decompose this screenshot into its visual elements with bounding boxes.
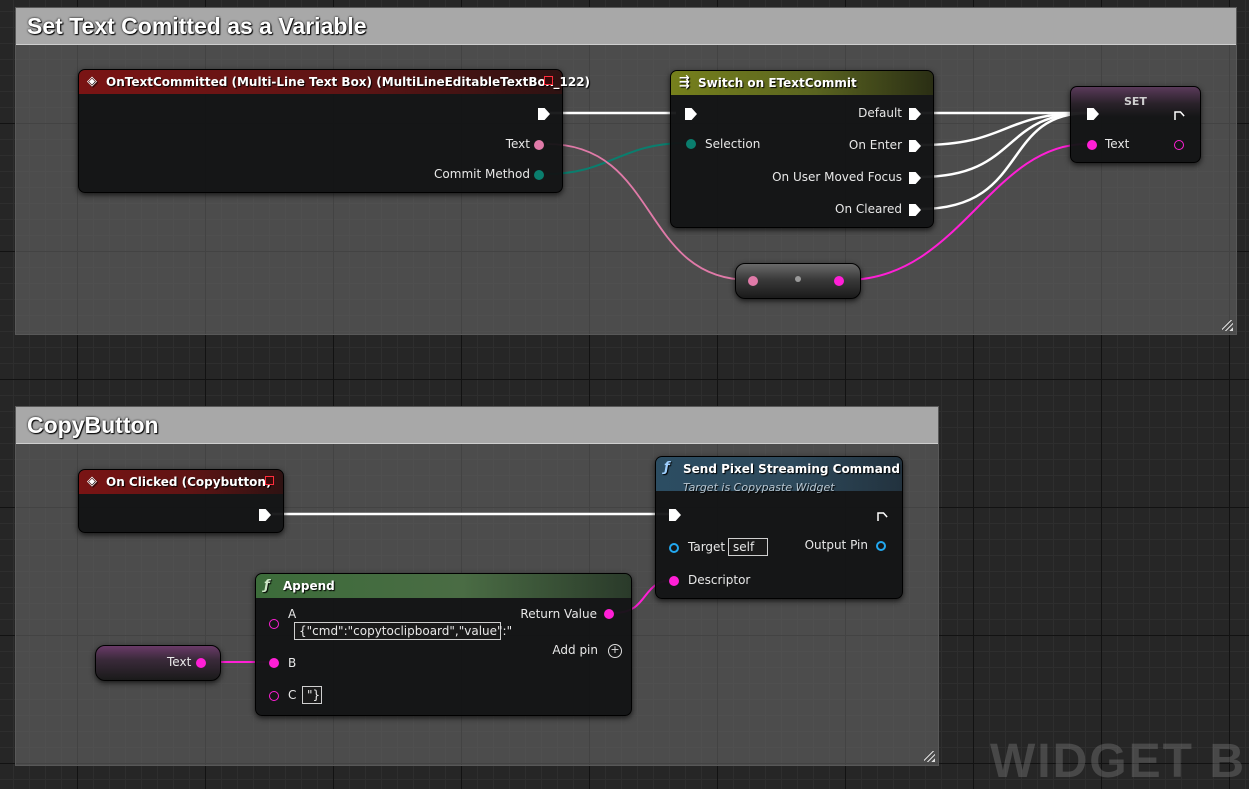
pin-label-text: Text bbox=[1105, 137, 1130, 151]
text-out-pin[interactable] bbox=[196, 658, 206, 668]
function-icon: ƒ bbox=[664, 460, 670, 475]
add-pin-label[interactable]: Add pin bbox=[552, 643, 598, 657]
comment-title[interactable]: CopyButton bbox=[16, 407, 938, 444]
pin-label-descriptor: Descriptor bbox=[688, 573, 751, 587]
c-in-pin[interactable] bbox=[269, 691, 279, 701]
get-text-variable-node[interactable]: Text bbox=[95, 645, 221, 681]
reroute-dot-icon bbox=[795, 276, 801, 282]
switch-icon: ⇶ bbox=[679, 75, 690, 90]
switch-node[interactable]: ⇶ Switch on ETextCommit Selection Defaul… bbox=[670, 70, 934, 228]
exec-out-pin[interactable] bbox=[877, 509, 889, 521]
pin-label-commit-method: Commit Method bbox=[434, 167, 530, 181]
exec-out-outline-icon bbox=[877, 512, 889, 521]
resize-grip-icon[interactable] bbox=[924, 751, 935, 762]
node-header[interactable]: ⇶ Switch on ETextCommit bbox=[671, 71, 933, 95]
exec-in-pin[interactable] bbox=[669, 509, 681, 521]
pin-label-on-enter: On Enter bbox=[848, 138, 902, 152]
delegate-pin-icon[interactable] bbox=[544, 76, 553, 85]
reroute-node[interactable] bbox=[735, 263, 861, 299]
pin-label-output: Output Pin bbox=[804, 538, 868, 552]
reroute-out-pin[interactable] bbox=[834, 276, 844, 286]
pin-label-text: Text bbox=[505, 137, 530, 151]
text-out-pin[interactable] bbox=[534, 140, 544, 150]
selection-in-pin[interactable] bbox=[686, 139, 696, 149]
comment-title[interactable]: Set Text Comitted as a Variable bbox=[16, 8, 1236, 45]
target-self-field[interactable]: self bbox=[728, 538, 768, 556]
exec-out-pin-default[interactable] bbox=[909, 108, 921, 120]
event-node-on-clicked[interactable]: ◈ On Clicked (Copybutton) bbox=[78, 469, 284, 533]
reroute-in-pin[interactable] bbox=[748, 276, 758, 286]
node-title: Switch on ETextCommit bbox=[698, 76, 857, 90]
pin-label-return-value: Return Value bbox=[520, 607, 597, 621]
exec-out-pin[interactable] bbox=[259, 509, 271, 521]
exec-out-pin-on-user-moved-focus[interactable] bbox=[909, 172, 921, 184]
return-value-out-pin[interactable] bbox=[604, 609, 614, 619]
node-title: SET bbox=[1124, 95, 1147, 108]
a-value-field[interactable]: {"cmd":"copytoclipboard","value":" bbox=[294, 622, 512, 640]
exec-in-pin[interactable] bbox=[685, 108, 697, 120]
node-title: On Clicked (Copybutton) bbox=[106, 475, 272, 489]
event-node-on-text-committed[interactable]: ◈ OnTextCommitted (Multi-Line Text Box) … bbox=[78, 69, 590, 193]
exec-out-pin-on-cleared[interactable] bbox=[909, 204, 921, 216]
exec-in-pin[interactable] bbox=[1087, 108, 1099, 120]
add-pin-plus-icon[interactable]: + bbox=[608, 644, 622, 658]
node-header[interactable]: ◈ OnTextCommitted (Multi-Line Text Box) … bbox=[79, 70, 590, 94]
pin-label-target: Target bbox=[688, 540, 726, 554]
function-icon: ƒ bbox=[264, 578, 270, 593]
pin-label-a: A bbox=[288, 607, 297, 621]
set-variable-node[interactable]: SET Text bbox=[1070, 86, 1201, 163]
exec-out-pin[interactable] bbox=[1174, 108, 1186, 120]
exec-out-outline-icon bbox=[1174, 111, 1186, 120]
text-out-pin[interactable] bbox=[1174, 140, 1184, 150]
variable-label: Text bbox=[167, 655, 192, 669]
output-out-pin[interactable] bbox=[876, 541, 886, 551]
node-title: OnTextCommitted (Multi-Line Text Box) (M… bbox=[106, 75, 591, 89]
exec-out-pin[interactable] bbox=[538, 108, 550, 120]
event-diamond-icon: ◈ bbox=[87, 474, 97, 489]
node-header[interactable]: ◈ On Clicked (Copybutton) bbox=[79, 470, 283, 494]
pin-label-selection: Selection bbox=[705, 137, 761, 151]
event-diamond-icon: ◈ bbox=[87, 74, 97, 89]
c-value-field[interactable]: "} bbox=[302, 686, 322, 704]
pin-label-on-cleared: On Cleared bbox=[835, 202, 902, 216]
delegate-pin-icon[interactable] bbox=[265, 476, 274, 485]
function-node-append[interactable]: ƒ Append A {"cmd":"copytoclipboard","val… bbox=[255, 573, 632, 716]
resize-grip-icon[interactable] bbox=[1222, 320, 1233, 331]
node-subtitle: Target is Copypaste Widget bbox=[683, 481, 835, 494]
target-in-pin[interactable] bbox=[669, 543, 679, 553]
pin-label-c: C bbox=[288, 688, 297, 702]
pin-label-b: B bbox=[288, 656, 297, 670]
node-header[interactable]: ƒ Append bbox=[256, 574, 631, 598]
node-title: Send Pixel Streaming Command bbox=[683, 462, 900, 476]
pin-label-default: Default bbox=[858, 106, 902, 120]
node-header[interactable]: ƒ Send Pixel Streaming Command Target is… bbox=[656, 457, 902, 494]
commit-method-out-pin[interactable] bbox=[534, 170, 544, 180]
b-in-pin[interactable] bbox=[269, 658, 279, 668]
descriptor-in-pin[interactable] bbox=[669, 576, 679, 586]
text-in-pin[interactable] bbox=[1087, 140, 1097, 150]
watermark: WIDGET BP bbox=[990, 735, 1249, 788]
exec-out-pin-on-enter[interactable] bbox=[909, 140, 921, 152]
node-title: Append bbox=[283, 579, 335, 593]
pin-label-on-user-moved-focus: On User Moved Focus bbox=[772, 170, 902, 184]
function-node-send-pixel-streaming-command[interactable]: ƒ Send Pixel Streaming Command Target is… bbox=[655, 456, 903, 599]
a-in-pin[interactable] bbox=[269, 619, 279, 629]
